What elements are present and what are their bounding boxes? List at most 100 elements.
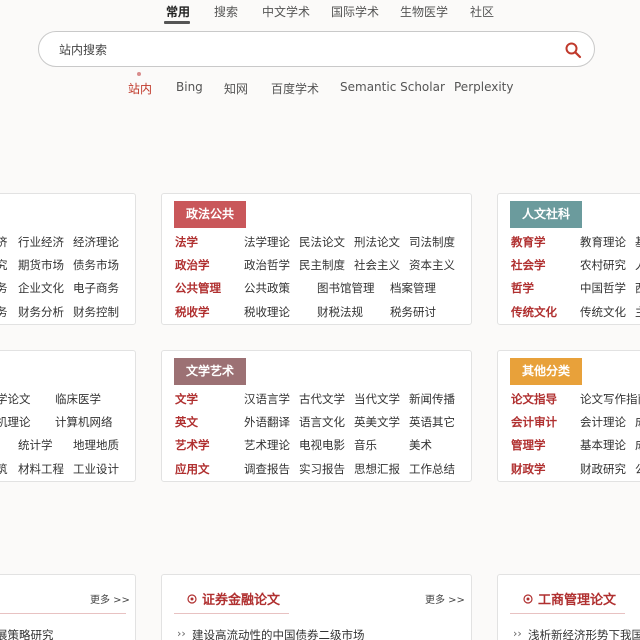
category-link[interactable]: 汉语言学 <box>244 391 290 407</box>
engine-semantic-scholar[interactable]: Semantic Scholar <box>340 80 445 94</box>
category-link[interactable]: 临床医学 <box>55 391 101 407</box>
category-key-link[interactable]: 会计审计 <box>511 414 557 430</box>
category-link[interactable]: 音乐 <box>354 437 377 453</box>
category-key-link[interactable]: 法学 <box>175 234 198 250</box>
category-link[interactable]: 税务研讨 <box>390 304 436 320</box>
nav-tab-chinese-academic[interactable]: 中文学术 <box>262 3 310 20</box>
category-link[interactable]: 刑法论文 <box>354 234 400 250</box>
category-link[interactable]: 基本理论 <box>580 437 626 453</box>
category-link[interactable]: 古代文学 <box>299 391 345 407</box>
category-link[interactable]: 教育理论 <box>580 234 626 250</box>
category-link[interactable]: 计算机网络 <box>55 414 113 430</box>
category-link[interactable]: 公 <box>635 461 640 477</box>
category-link[interactable]: 英语其它 <box>409 414 455 430</box>
category-link[interactable]: 农村研究 <box>580 257 626 273</box>
category-link[interactable]: 美术 <box>409 437 432 453</box>
news-card-title[interactable]: 证券金融论文 <box>202 589 280 608</box>
category-link[interactable]: 资本主义 <box>409 257 455 273</box>
nav-tab-community[interactable]: 社区 <box>470 3 494 20</box>
category-link[interactable]: 筑 <box>0 461 8 477</box>
category-link[interactable]: 机理论 <box>0 414 31 430</box>
category-link[interactable]: 传统文化 <box>580 304 626 320</box>
category-key-link[interactable]: 教育学 <box>511 234 546 250</box>
category-link[interactable]: 务 <box>0 280 8 296</box>
category-key-link[interactable]: 财政学 <box>511 461 546 477</box>
category-link[interactable]: 政治哲学 <box>244 257 290 273</box>
category-link[interactable]: 债务市场 <box>73 257 119 273</box>
category-key-link[interactable]: 传统文化 <box>511 304 557 320</box>
category-link[interactable]: 语言文化 <box>299 414 345 430</box>
category-link[interactable]: 主 <box>635 304 640 320</box>
category-link[interactable]: 人 <box>635 257 640 273</box>
category-link[interactable]: 财政研究 <box>580 461 626 477</box>
nav-tab-intl-academic[interactable]: 国际学术 <box>331 3 379 20</box>
panel-tag-humanities[interactable]: 人文社科 <box>510 201 583 228</box>
category-link[interactable]: 学论文 <box>0 391 31 407</box>
news-item-link[interactable]: 展策略研究 <box>0 627 54 640</box>
category-key-link[interactable]: 应用文 <box>175 461 210 477</box>
category-link[interactable]: 财务分析 <box>18 304 64 320</box>
category-link[interactable]: 成 <box>635 437 640 453</box>
nav-tab-common[interactable]: 常用 <box>166 3 190 20</box>
category-link[interactable]: 财务控制 <box>73 304 119 320</box>
category-link[interactable]: 究 <box>0 257 8 273</box>
category-link[interactable]: 行业经济 <box>18 234 64 250</box>
news-item-link[interactable]: 浅析新经济形势下我国 <box>528 627 640 640</box>
category-key-link[interactable]: 公共管理 <box>175 280 221 296</box>
category-link[interactable]: 地理地质 <box>73 437 119 453</box>
category-link[interactable]: 电视电影 <box>299 437 345 453</box>
category-link[interactable]: 务 <box>0 304 8 320</box>
category-link[interactable]: 实习报告 <box>299 461 345 477</box>
engine-baidu-scholar[interactable]: 百度学术 <box>271 80 319 97</box>
category-link[interactable]: 当代文学 <box>354 391 400 407</box>
category-link[interactable]: 工作总结 <box>409 461 455 477</box>
category-key-link[interactable]: 英文 <box>175 414 198 430</box>
engine-perplexity[interactable]: Perplexity <box>454 80 514 94</box>
panel-tag-other[interactable]: 其他分类 <box>510 358 583 385</box>
category-link[interactable]: 基 <box>635 234 640 250</box>
search-icon[interactable] <box>564 41 582 59</box>
category-link[interactable]: 期货市场 <box>18 257 64 273</box>
category-link[interactable]: 论文写作指南 <box>580 391 640 407</box>
category-link[interactable]: 民法论文 <box>299 234 345 250</box>
category-link[interactable]: 社会主义 <box>354 257 400 273</box>
search-input[interactable] <box>59 41 539 59</box>
nav-tab-search[interactable]: 搜索 <box>214 3 238 20</box>
news-item-link[interactable]: 建设高流动性的中国债券二级市场 <box>192 627 365 640</box>
engine-site[interactable]: 站内 <box>128 80 152 97</box>
category-key-link[interactable]: 社会学 <box>511 257 546 273</box>
category-link[interactable]: 电子商务 <box>73 280 119 296</box>
category-link[interactable]: 会计理论 <box>580 414 626 430</box>
more-link[interactable]: 更多 >> <box>90 591 130 606</box>
category-link[interactable]: 税收理论 <box>244 304 290 320</box>
category-link[interactable]: 工业设计 <box>73 461 119 477</box>
category-link[interactable]: 新闻传播 <box>409 391 455 407</box>
category-link[interactable]: 调查报告 <box>244 461 290 477</box>
category-key-link[interactable]: 艺术学 <box>175 437 210 453</box>
category-link[interactable]: 材料工程 <box>18 461 64 477</box>
category-link[interactable]: 公共政策 <box>244 280 290 296</box>
nav-tab-biomedical[interactable]: 生物医学 <box>400 3 448 20</box>
category-key-link[interactable]: 税收学 <box>175 304 210 320</box>
category-key-link[interactable]: 政治学 <box>175 257 210 273</box>
category-link[interactable]: 成 <box>635 414 640 430</box>
category-key-link[interactable]: 哲学 <box>511 280 534 296</box>
category-key-link[interactable]: 文学 <box>175 391 198 407</box>
category-link[interactable]: 经济理论 <box>73 234 119 250</box>
category-link[interactable]: 司法制度 <box>409 234 455 250</box>
news-card-title[interactable]: 工商管理论文 <box>538 589 616 608</box>
panel-tag-politics-law[interactable]: 政法公共 <box>174 201 247 228</box>
category-link[interactable]: 图书馆管理 <box>317 280 375 296</box>
category-link[interactable]: 艺术理论 <box>244 437 290 453</box>
category-link[interactable]: 外语翻译 <box>244 414 290 430</box>
engine-cnki[interactable]: 知网 <box>224 80 248 97</box>
category-link[interactable]: 法学理论 <box>244 234 290 250</box>
category-link[interactable]: 中国哲学 <box>580 280 626 296</box>
panel-tag-literature-art[interactable]: 文学艺术 <box>174 358 247 385</box>
category-link[interactable]: 统计学 <box>18 437 53 453</box>
category-link[interactable]: 企业文化 <box>18 280 64 296</box>
category-link[interactable]: 济 <box>0 234 8 250</box>
category-link[interactable]: 民主制度 <box>299 257 345 273</box>
category-link[interactable]: 思想汇报 <box>354 461 400 477</box>
more-link[interactable]: 更多 >> <box>425 591 465 606</box>
